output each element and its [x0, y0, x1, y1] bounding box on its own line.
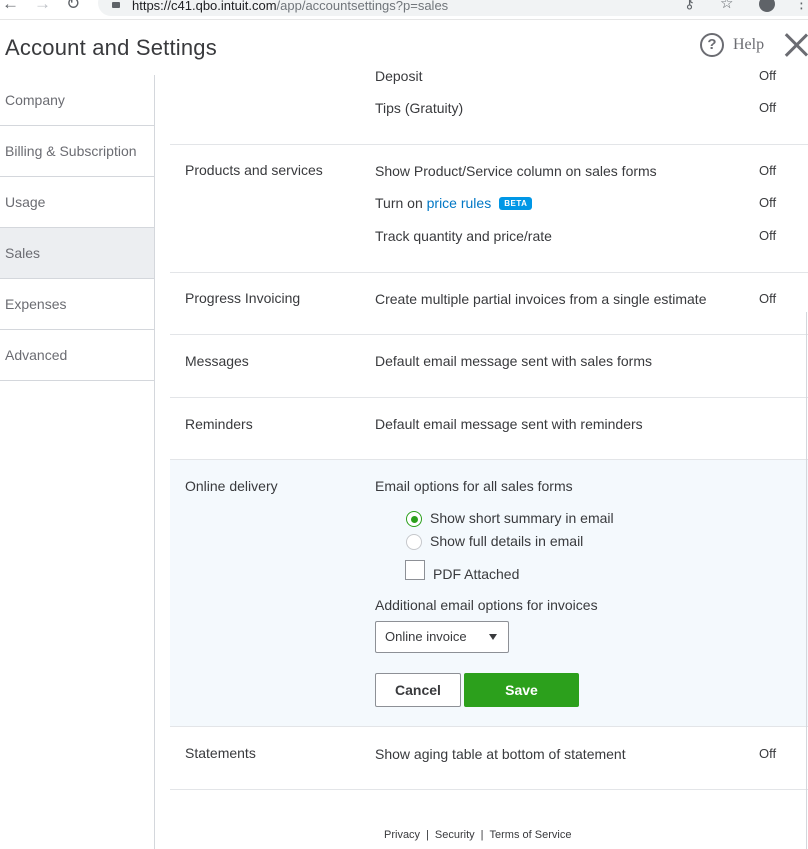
- sidebar-item-expenses[interactable]: Expenses: [0, 279, 154, 330]
- browser-toolbar: ← → ↻ https://c41.qbo.intuit.com/app/acc…: [0, 0, 808, 20]
- pdf-attached-label[interactable]: PDF Attached: [433, 566, 519, 582]
- settings-sidebar: Company Billing & Subscription Usage Sal…: [0, 75, 155, 849]
- section-title: Progress Invoicing: [185, 290, 301, 306]
- dropdown-value: Online invoice: [385, 629, 467, 644]
- setting-label: Tips (Gratuity): [375, 100, 464, 116]
- page-title: Account and Settings: [5, 35, 217, 60]
- footer-links: Privacy | Security | Terms of Service: [384, 829, 571, 841]
- section-sales-form-content: Deposit Off Tips (Gratuity) Off: [170, 64, 808, 145]
- privacy-link[interactable]: Privacy: [384, 829, 420, 841]
- sidebar-item-company[interactable]: Company: [0, 75, 154, 126]
- section-title: Messages: [185, 353, 249, 369]
- lock-icon: [112, 2, 120, 8]
- pdf-attached-checkbox[interactable]: [405, 560, 425, 580]
- more-menu-icon[interactable]: ⋮: [794, 0, 808, 12]
- radio-full-details-label[interactable]: Show full details in email: [430, 533, 583, 549]
- address-bar[interactable]: https://c41.qbo.intuit.com/app/accountse…: [98, 0, 808, 16]
- beta-badge: BETA: [499, 197, 533, 210]
- star-icon[interactable]: ☆: [720, 0, 733, 12]
- section-statements[interactable]: Statements Show aging table at bottom of…: [170, 727, 808, 790]
- radio-short-summary-label[interactable]: Show short summary in email: [430, 510, 614, 526]
- section-messages[interactable]: Messages Default email message sent with…: [170, 335, 808, 398]
- setting-value: Off: [759, 228, 777, 243]
- section-reminders[interactable]: Reminders Default email message sent wit…: [170, 398, 808, 460]
- help-icon: ?: [700, 33, 724, 57]
- radio-short-summary[interactable]: [406, 511, 422, 527]
- setting-value: Off: [759, 746, 777, 761]
- section-products-and-services[interactable]: Products and services Show Product/Servi…: [170, 145, 808, 273]
- sidebar-item-usage[interactable]: Usage: [0, 177, 154, 228]
- setting-label: Create multiple partial invoices from a …: [375, 291, 707, 307]
- setting-label: Deposit: [375, 68, 423, 84]
- close-icon[interactable]: [783, 30, 808, 58]
- price-rules-row: Turn on price rules BETA: [375, 195, 533, 211]
- caret-down-icon: [489, 634, 497, 640]
- settings-content: Deposit Off Tips (Gratuity) Off Products…: [170, 64, 808, 849]
- help-label: Help: [733, 36, 765, 53]
- setting-value: Off: [759, 291, 777, 306]
- sidebar-item-sales[interactable]: Sales: [0, 228, 154, 279]
- setting-label: Show Product/Service column on sales for…: [375, 163, 657, 179]
- sidebar-item-label: Advanced: [5, 347, 68, 363]
- sidebar-item-label: Usage: [5, 194, 46, 210]
- key-icon[interactable]: ⚷: [684, 0, 695, 12]
- sidebar-item-label: Sales: [5, 245, 41, 261]
- sidebar-item-advanced[interactable]: Advanced: [0, 330, 154, 381]
- section-title: Products and services: [185, 162, 323, 178]
- invoice-option-dropdown[interactable]: Online invoice: [375, 621, 509, 653]
- setting-label: Track quantity and price/rate: [375, 228, 552, 244]
- section-title: Reminders: [185, 416, 253, 432]
- setting-label: Turn on: [375, 195, 423, 211]
- security-link[interactable]: Security: [435, 829, 475, 841]
- sidebar-item-label: Billing & Subscription: [5, 143, 137, 159]
- section-online-delivery: Online delivery Email options for all sa…: [170, 460, 808, 727]
- section-title: Online delivery: [185, 478, 278, 494]
- cancel-button[interactable]: Cancel: [375, 673, 461, 707]
- setting-value: Off: [759, 163, 777, 178]
- setting-label: Default email message sent with reminder…: [375, 416, 643, 432]
- setting-value: Off: [759, 100, 777, 115]
- terms-link[interactable]: Terms of Service: [490, 829, 572, 841]
- content-edge-line: [806, 312, 807, 849]
- forward-arrow-icon[interactable]: →: [34, 0, 51, 14]
- setting-value: Off: [759, 68, 777, 83]
- sidebar-item-billing[interactable]: Billing & Subscription: [0, 126, 154, 177]
- setting-label: Default email message sent with sales fo…: [375, 353, 652, 369]
- sidebar-item-label: Company: [5, 92, 65, 108]
- setting-value: Off: [759, 195, 777, 210]
- sidebar-item-label: Expenses: [5, 296, 67, 312]
- setting-label: Show aging table at bottom of statement: [375, 746, 626, 762]
- footer-separator: |: [480, 829, 484, 841]
- help-button[interactable]: ? Help: [700, 33, 764, 57]
- radio-full-details[interactable]: [406, 534, 422, 550]
- reload-icon[interactable]: ↻: [66, 0, 80, 14]
- section-progress-invoicing[interactable]: Progress Invoicing Create multiple parti…: [170, 273, 808, 335]
- save-button[interactable]: Save: [464, 673, 579, 707]
- additional-options-label: Additional email options for invoices: [375, 597, 598, 613]
- footer-separator: |: [426, 829, 429, 841]
- price-rules-link[interactable]: price rules: [427, 195, 492, 211]
- url-text: https://c41.qbo.intuit.com/app/accountse…: [132, 0, 449, 13]
- email-options-label: Email options for all sales forms: [375, 478, 573, 494]
- section-title: Statements: [185, 745, 256, 761]
- back-arrow-icon[interactable]: ←: [2, 0, 19, 14]
